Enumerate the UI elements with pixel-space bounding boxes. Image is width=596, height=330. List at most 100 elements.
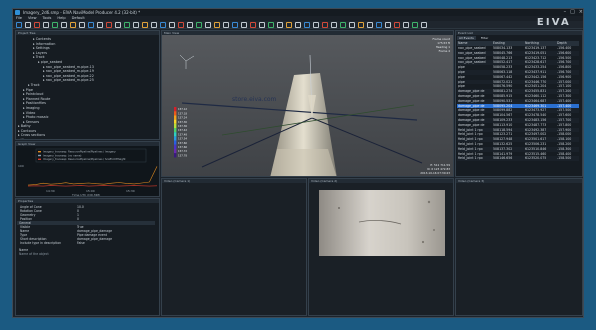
toolbar-button-icon[interactable] [133,22,139,28]
color-scale-swatch [174,132,177,137]
color-scale-label: 157.54 [178,137,187,141]
toolbar-button-icon[interactable] [340,22,346,28]
tab-filter[interactable]: Filter [479,36,490,40]
toolbar-button-icon[interactable] [295,22,301,28]
toolbar-button-icon[interactable] [367,22,373,28]
color-scale-label: 157.42 [178,128,187,132]
surface-dot [427,200,431,204]
toolbar-button-icon[interactable] [223,22,229,28]
properties-panel: Properties Angle of Cone 10.0 Rotation Con… [15,198,160,316]
graph-panel: Graph View Imagery_tracesep: ResourcePip… [15,141,160,197]
toolbar-button-icon[interactable] [412,22,418,28]
toolbar-button-icon[interactable] [52,22,58,28]
toolbar-button-icon[interactable] [277,22,283,28]
color-scale-label: 157.48 [178,132,187,136]
toolbar-button-icon[interactable] [70,22,76,28]
toolbar-button-icon[interactable] [115,22,121,28]
video-panel-right: Video (Camera 3) [455,178,583,316]
y-tick-label: 100 [18,164,24,168]
video-frame[interactable] [319,190,454,256]
panel-title: Properties [16,199,159,203]
color-scale-label: 157.60 [178,141,187,145]
color-scale-label: 157.12 [178,107,187,111]
close-button[interactable]: × [579,9,583,16]
time-graph[interactable]: Imagery_tracesep: ResourcePipeline/Pipel… [16,146,160,197]
color-scale-label: 157.24 [178,116,187,120]
toolbar-button-icon[interactable] [241,22,247,28]
property-value[interactable]: False [77,241,155,245]
toolbar-button-icon[interactable] [394,22,400,28]
toolbar-button-icon[interactable] [421,22,427,28]
color-scale-swatch [174,144,177,149]
hud-coordinate: 2013-10-16 07:30:43 [420,171,450,175]
toolbar-button-icon[interactable] [61,22,67,28]
title-bar: Imagery_2d6.smp - EIVA NaviModel Produce… [13,9,583,16]
toolbar-button-icon[interactable] [331,22,337,28]
panel-title: Video (Camera 1) [162,179,306,183]
toolbar-button-icon[interactable] [79,22,85,28]
table-cell: -158.500 [557,156,572,161]
watermark-text: store.eiva.com [232,96,277,103]
toolbar-button-icon[interactable] [349,22,355,28]
toolbar-button-icon[interactable] [358,22,364,28]
tree-item[interactable]: ▸ Views [18,138,94,139]
maximize-button[interactable]: □ [570,9,575,16]
color-scale-label: 157.18 [178,111,187,115]
x-axis-label: Time UTC (DD.MM) [71,193,100,197]
property-row[interactable]: Include type in description False [17,241,155,245]
color-scale-swatch [174,111,177,116]
toolbar-button-icon[interactable] [169,22,175,28]
toolbar-button-icon[interactable] [304,22,310,28]
legend-entry: Imagery_tracesep: (no name) [43,153,81,157]
pipe-end [270,149,337,176]
toolbar-button-icon[interactable] [97,22,103,28]
toolbar-button-icon[interactable] [250,22,256,28]
toolbar-button-icon[interactable] [25,22,31,28]
toolbar-button-icon[interactable] [259,22,265,28]
app-window: Imagery_2d6.smp - EIVA NaviModel Produce… [12,8,584,318]
color-scale-label: 157.36 [178,124,187,128]
property-value[interactable]: 0 [77,217,155,221]
surface-dot [433,229,435,231]
toolbar-button-icon[interactable] [124,22,130,28]
scene-3d[interactable]: store.eiva.com 157.12157.18157.24157.301… [162,35,454,177]
toolbar-button-icon[interactable] [43,22,49,28]
toolbar-button-icon[interactable] [178,22,184,28]
property-row[interactable]: Position 0 [17,217,155,221]
toolbar-button-icon[interactable] [205,22,211,28]
toolbar-button-icon[interactable] [106,22,112,28]
toolbar-button-icon[interactable] [187,22,193,28]
toolbar-button-icon[interactable] [16,22,22,28]
color-scale-label: 157.30 [178,120,187,124]
surface-dot [421,240,425,244]
seabed-image [319,190,445,256]
minimize-button[interactable]: – [564,9,567,16]
property-grid: Angle of Cone 10.0 Rotation Cone 0 Geometry 1… [17,205,155,256]
toolbar-button-icon[interactable] [232,22,238,28]
eiva-logo: EIVA [536,17,571,28]
toolbar-button-icon[interactable] [385,22,391,28]
toolbar-button-icon[interactable] [376,22,382,28]
color-scale-label: 157.66 [178,145,187,149]
toolbar-button-icon[interactable] [214,22,220,28]
toolbar-button-icon[interactable] [142,22,148,28]
tab-all-events[interactable]: All Events [457,36,476,40]
toolbar-button-icon[interactable] [196,22,202,28]
table-cell: 6123520.075 [525,156,547,161]
main-viewport[interactable]: Main View store.eiva.com 157.12 157.18 1… [161,30,454,177]
table-row[interactable]: field_joint 1 rpx 508146.656 6123520.075 -1… [457,156,579,162]
color-scale-swatch [174,107,177,112]
color-scale-swatch [174,153,177,158]
legend-swatch [38,151,41,153]
toolbar-button-icon[interactable] [268,22,274,28]
toolbar-button-icon[interactable] [160,22,166,28]
toolbar-button-icon[interactable] [34,22,40,28]
toolbar-button-icon[interactable] [286,22,292,28]
toolbar-button-icon[interactable] [313,22,319,28]
color-scale-swatch [174,140,177,145]
table-cell: 508146.656 [493,156,513,161]
toolbar-button-icon[interactable] [88,22,94,28]
toolbar-button-icon[interactable] [403,22,409,28]
toolbar-button-icon[interactable] [322,22,328,28]
toolbar-button-icon[interactable] [151,22,157,28]
